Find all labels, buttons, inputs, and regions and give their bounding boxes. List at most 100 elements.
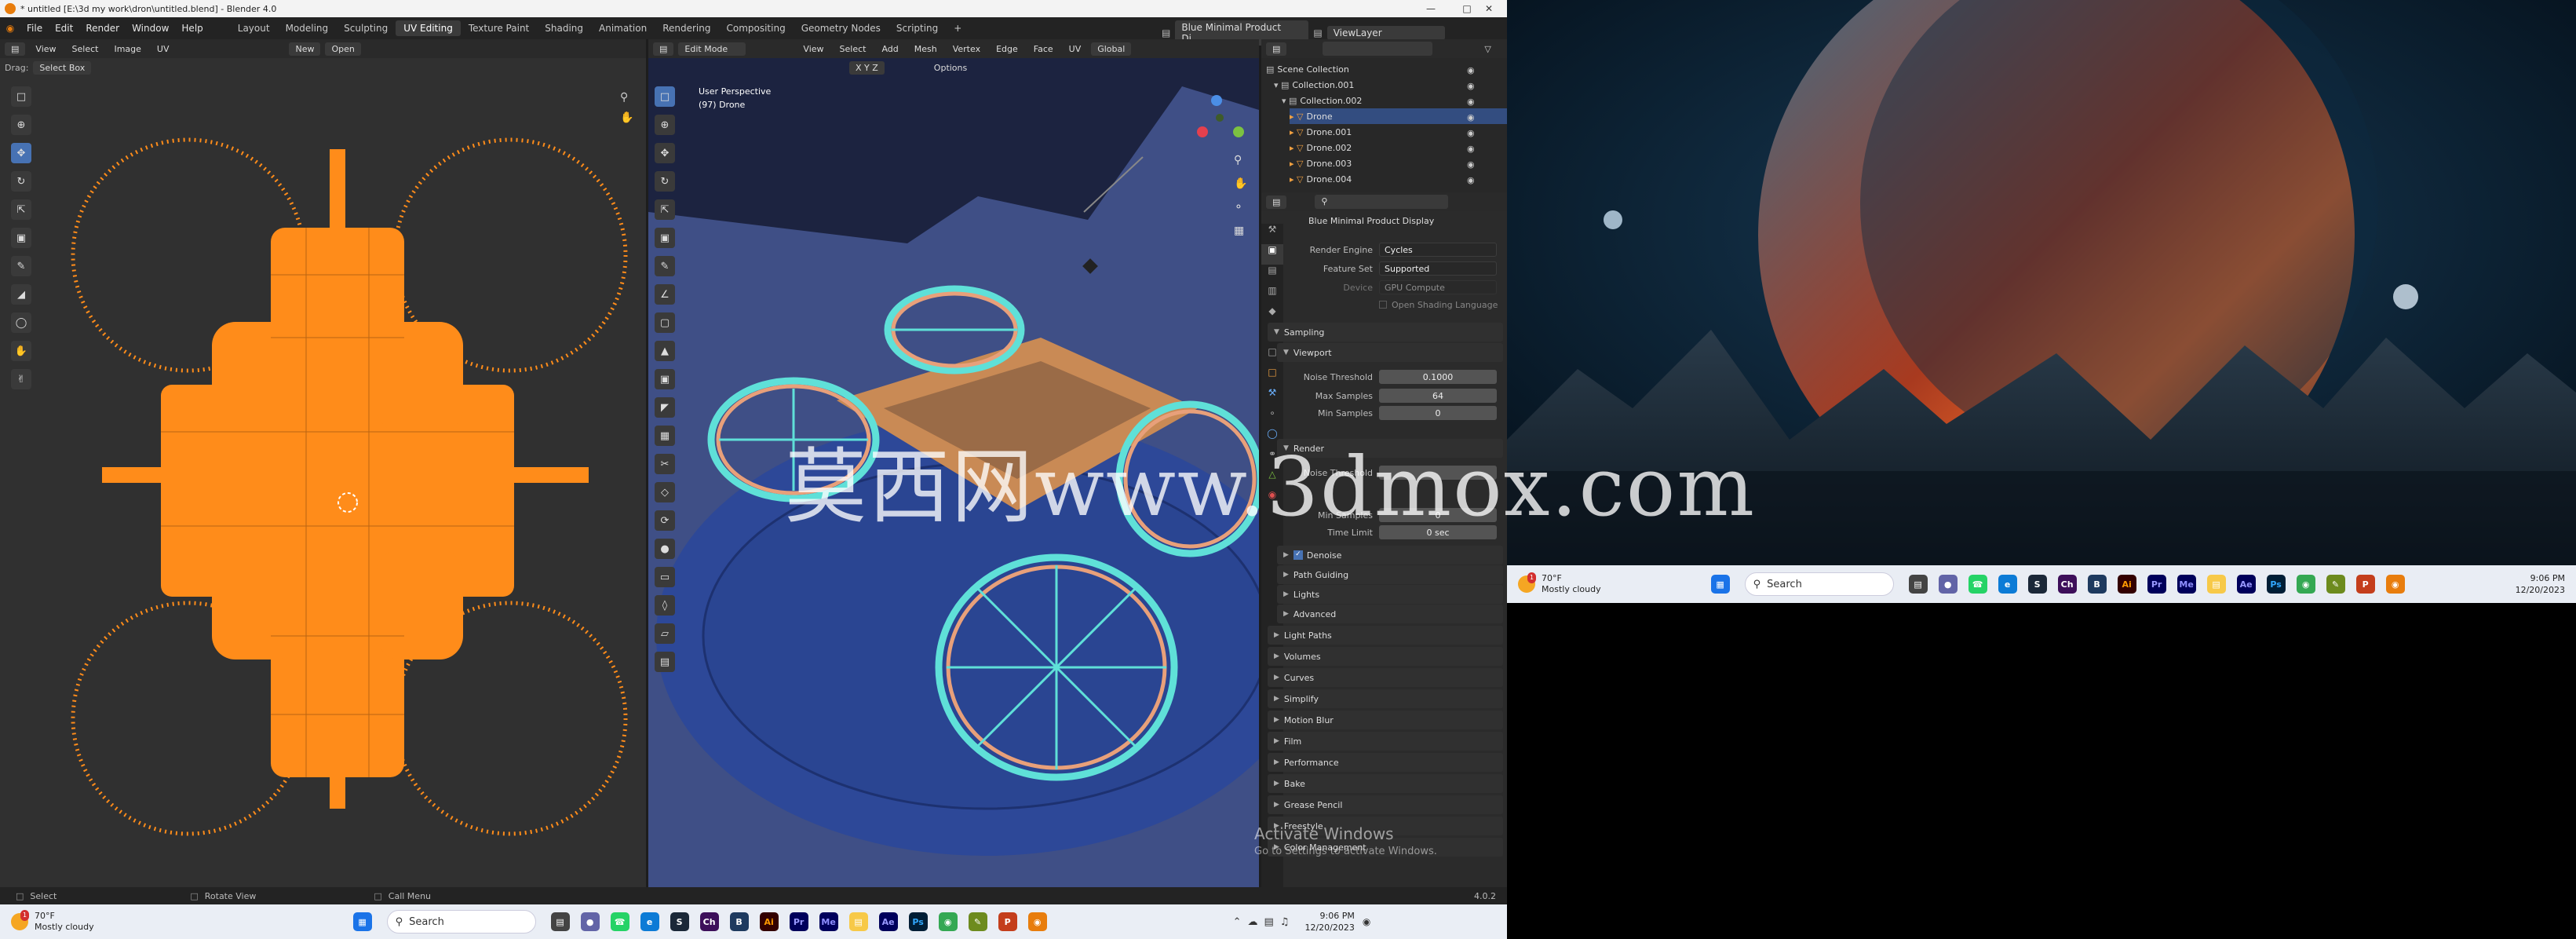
tab-geometry-nodes[interactable]: Geometry Nodes — [794, 20, 888, 36]
simplify-panel[interactable]: ▶ Simplify — [1268, 689, 1503, 708]
after-effects-icon[interactable]: Ae — [878, 912, 898, 931]
mode-select[interactable]: Edit Mode — [678, 42, 746, 56]
tab-shading[interactable]: Shading — [537, 20, 591, 36]
notepad-icon[interactable]: ✎ — [2326, 575, 2345, 594]
vp-menu-vertex[interactable]: Vertex — [947, 42, 986, 56]
whatsapp-icon[interactable]: ☎ — [610, 912, 629, 931]
device-select[interactable]: GPU Compute — [1379, 280, 1497, 294]
folder-icon[interactable]: ▤ — [2206, 575, 2226, 594]
cursor-tool-icon[interactable]: ⊕ — [655, 115, 675, 135]
whatsapp-icon[interactable]: ☎ — [1968, 575, 1987, 594]
scale-tool-icon[interactable]: ⇱ — [655, 199, 675, 220]
pan-hand-icon[interactable]: ✋ — [620, 111, 633, 124]
annotate-tool-icon[interactable]: ✎ — [655, 256, 675, 276]
vp-menu-select[interactable]: Select — [834, 42, 872, 56]
media-encoder-icon[interactable]: Me — [2176, 575, 2196, 594]
illustrator-icon[interactable]: Ai — [2117, 575, 2136, 594]
view-layer-selector[interactable]: ViewLayer — [1326, 26, 1445, 40]
properties-search-field[interactable]: ⚲ — [1315, 195, 1449, 209]
character-animator-icon[interactable]: Ch — [699, 912, 719, 931]
menu-window[interactable]: Window — [126, 23, 175, 34]
powerpoint-icon[interactable]: P — [998, 912, 1017, 931]
folder-icon[interactable]: ▤ — [848, 912, 868, 931]
menu-render[interactable]: Render — [79, 23, 126, 34]
denoise-checkbox[interactable]: ✓ — [1293, 550, 1303, 560]
camera-view-icon[interactable]: ⚬ — [1234, 201, 1243, 214]
render-tab-icon[interactable]: ▣ — [1261, 244, 1283, 265]
chat-icon[interactable]: ● — [1938, 575, 1958, 594]
light-paths-panel[interactable]: ▶ Light Paths — [1268, 626, 1503, 645]
editor-type-button[interactable]: ▤ — [653, 42, 674, 56]
blender-icon[interactable]: B — [2087, 575, 2107, 594]
path-guiding-subpanel[interactable]: ▶ Path Guiding — [1277, 565, 1503, 584]
menu-file[interactable]: File — [20, 23, 49, 34]
file-explorer-icon[interactable]: ▤ — [550, 912, 570, 931]
edge-slide-tool-icon[interactable]: ▭ — [655, 567, 675, 587]
illustrator-icon[interactable]: Ai — [759, 912, 779, 931]
blender-icon[interactable]: B — [729, 912, 749, 931]
poly-build-tool-icon[interactable]: ◇ — [655, 482, 675, 502]
spin-tool-icon[interactable]: ⟳ — [655, 510, 675, 531]
smooth-tool-icon[interactable]: ● — [655, 539, 675, 559]
bake-panel[interactable]: ▶ Bake — [1268, 774, 1503, 793]
viewport-subpanel[interactable]: ▼ Viewport — [1277, 343, 1503, 362]
properties-editor[interactable]: ⚒ ▣ ▤ ▥ ◆ ● □ □ ⚒ ∘ ◯ ⚭ △ ◉ ▤ ⚲ Blue Min… — [1261, 192, 1507, 887]
weather-widget[interactable]: 1 70°F Mostly cloudy — [11, 910, 94, 933]
noise-threshold-field[interactable]: 0.1000 — [1379, 370, 1497, 384]
measure-tool-icon[interactable]: ∠ — [655, 284, 675, 305]
notepad-icon[interactable]: ✎ — [968, 912, 987, 931]
sampling-panel[interactable]: ▼ Sampling — [1268, 323, 1503, 342]
taskbar-clock[interactable]: 9:06 PM 12/20/2023 — [1304, 910, 1354, 934]
edge-icon[interactable]: e — [640, 912, 659, 931]
character-animator-icon[interactable]: Ch — [2057, 575, 2077, 594]
extrude-tool-icon[interactable]: ▲ — [655, 341, 675, 361]
move-tool-icon[interactable]: ✥ — [655, 143, 675, 163]
zoom-icon[interactable]: ⚲ — [1234, 154, 1242, 166]
editor-type-button[interactable]: ▤ — [1266, 195, 1287, 209]
blender-menu-icon[interactable]: ◉ — [0, 17, 20, 39]
outliner-search-field[interactable] — [1323, 42, 1433, 56]
chat-icon[interactable]: ● — [580, 912, 600, 931]
add-cube-tool-icon[interactable]: ▢ — [655, 312, 675, 333]
system-tray-icons[interactable]: ⌃☁▤♫ — [1233, 916, 1296, 928]
tab-layout[interactable]: Layout — [230, 20, 278, 36]
chrome-icon[interactable]: ◉ — [2296, 575, 2315, 594]
lights-subpanel[interactable]: ▶ Lights — [1277, 585, 1503, 604]
osl-checkbox[interactable] — [1379, 301, 1387, 309]
shrink-tool-icon[interactable]: ◊ — [655, 595, 675, 616]
premiere-icon[interactable]: Pr — [2147, 575, 2166, 594]
tab-uv-editing[interactable]: UV Editing — [396, 20, 461, 36]
windows-start-icon[interactable]: ▦ — [1710, 575, 1730, 594]
film-panel[interactable]: ▶ Film — [1268, 732, 1503, 751]
vp-menu-uv[interactable]: UV — [1064, 42, 1087, 56]
blender-app-icon[interactable]: ◉ — [2385, 575, 2405, 594]
tab-texture-paint[interactable]: Texture Paint — [461, 20, 537, 36]
vp-menu-face[interactable]: Face — [1028, 42, 1059, 56]
bevel-tool-icon[interactable]: ◤ — [655, 397, 675, 418]
uv-editor[interactable]: ▤ View Select Image UV New Open Drag: Se… — [0, 39, 646, 887]
modifier-tab-icon[interactable]: ⚒ — [1261, 387, 1283, 407]
transform-tool-icon[interactable]: ▣ — [655, 228, 675, 248]
menu-help[interactable]: Help — [175, 23, 209, 34]
chrome-icon[interactable]: ◉ — [938, 912, 958, 931]
ortho-toggle-icon[interactable]: ▦ — [1234, 225, 1244, 237]
output-tab-icon[interactable]: ▤ — [1261, 265, 1283, 285]
pan-hand-icon[interactable]: ✋ — [1234, 177, 1247, 190]
menu-edit[interactable]: Edit — [49, 23, 79, 34]
object-tab-icon[interactable]: □ — [1261, 367, 1283, 387]
after-effects-icon[interactable]: Ae — [2236, 575, 2256, 594]
edge-icon[interactable]: e — [1998, 575, 2017, 594]
tab-sculpting[interactable]: Sculpting — [336, 20, 396, 36]
taskbar-search[interactable]: ⚲ Search — [386, 910, 536, 934]
tab-modeling[interactable]: Modeling — [278, 20, 337, 36]
tab-compositing[interactable]: Compositing — [718, 20, 793, 36]
windows-start-icon[interactable]: ▦ — [352, 912, 372, 931]
vp-menu-mesh[interactable]: Mesh — [909, 42, 943, 56]
options-menu[interactable]: Options — [929, 61, 972, 75]
photoshop-icon[interactable]: Ps — [2266, 575, 2286, 594]
rotate-tool-icon[interactable]: ↻ — [655, 171, 675, 192]
min-samples-field[interactable]: 0 — [1379, 406, 1497, 420]
tool-tab-icon[interactable]: ⚒ — [1261, 224, 1283, 244]
loop-cut-tool-icon[interactable]: ▦ — [655, 426, 675, 446]
vp-menu-add[interactable]: Add — [876, 42, 903, 56]
